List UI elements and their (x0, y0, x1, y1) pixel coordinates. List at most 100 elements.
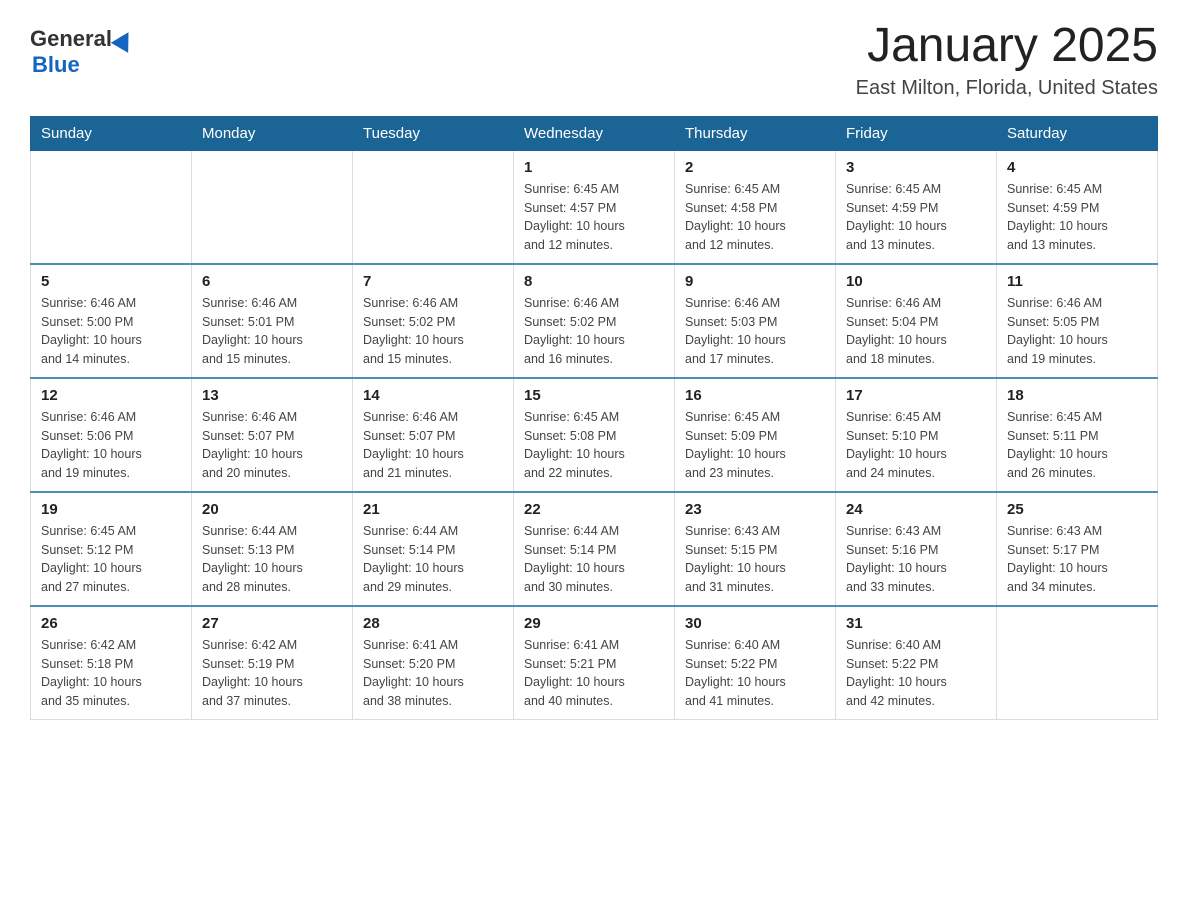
calendar-cell (192, 150, 353, 264)
day-number: 28 (363, 615, 503, 632)
calendar-week-row: 12 Sunrise: 6:46 AM Sunset: 5:06 PM Dayli… (31, 378, 1158, 492)
calendar-cell: 13 Sunrise: 6:46 AM Sunset: 5:07 PM Dayli… (192, 378, 353, 492)
day-info: Sunrise: 6:40 AM Sunset: 5:22 PM Dayligh… (846, 636, 986, 711)
logo-text-blue: Blue (32, 52, 80, 77)
day-number: 22 (524, 501, 664, 518)
day-info: Sunrise: 6:43 AM Sunset: 5:16 PM Dayligh… (846, 522, 986, 597)
day-number: 31 (846, 615, 986, 632)
day-info: Sunrise: 6:40 AM Sunset: 5:22 PM Dayligh… (685, 636, 825, 711)
day-info: Sunrise: 6:46 AM Sunset: 5:04 PM Dayligh… (846, 294, 986, 369)
day-info: Sunrise: 6:42 AM Sunset: 5:18 PM Dayligh… (41, 636, 181, 711)
day-number: 25 (1007, 501, 1147, 518)
day-info: Sunrise: 6:46 AM Sunset: 5:07 PM Dayligh… (202, 408, 342, 483)
calendar-cell: 17Sunrise: 6:45 AM Sunset: 5:10 PM Dayli… (836, 378, 997, 492)
day-info: Sunrise: 6:43 AM Sunset: 5:15 PM Dayligh… (685, 522, 825, 597)
calendar-cell: 15 Sunrise: 6:45 AM Sunset: 5:08 PM Dayli… (514, 378, 675, 492)
day-number: 30 (685, 615, 825, 632)
logo-text-general: General (30, 26, 112, 51)
calendar-cell: 23 Sunrise: 6:43 AM Sunset: 5:15 PM Dayli… (675, 492, 836, 606)
calendar-dow-thursday: Thursday (675, 116, 836, 150)
calendar-header-row: SundayMondayTuesdayWednesdayThursdayFrid… (31, 116, 1158, 150)
day-number: 14 (363, 387, 503, 404)
day-info: Sunrise: 6:45 AM Sunset: 4:58 PM Dayligh… (685, 180, 825, 255)
day-number: 10 (846, 273, 986, 290)
calendar-cell: 2 Sunrise: 6:45 AM Sunset: 4:58 PM Daylig… (675, 150, 836, 264)
day-info: Sunrise: 6:46 AM Sunset: 5:05 PM Dayligh… (1007, 294, 1147, 369)
day-number: 23 (685, 501, 825, 518)
day-info: Sunrise: 6:42 AM Sunset: 5:19 PM Dayligh… (202, 636, 342, 711)
location-subtitle: East Milton, Florida, United States (856, 77, 1158, 100)
day-info: Sunrise: 6:45 AM Sunset: 4:59 PM Dayligh… (1007, 180, 1147, 255)
calendar-cell: 6 Sunrise: 6:46 AM Sunset: 5:01 PM Daylig… (192, 264, 353, 378)
calendar-cell: 12 Sunrise: 6:46 AM Sunset: 5:06 PM Dayli… (31, 378, 192, 492)
day-info: Sunrise: 6:45 AM Sunset: 5:09 PM Dayligh… (685, 408, 825, 483)
calendar-cell: 31 Sunrise: 6:40 AM Sunset: 5:22 PM Dayli… (836, 606, 997, 720)
calendar-cell: 7 Sunrise: 6:46 AM Sunset: 5:02 PM Daylig… (353, 264, 514, 378)
day-info: Sunrise: 6:45 AM Sunset: 5:12 PM Dayligh… (41, 522, 181, 597)
day-info: Sunrise: 6:41 AM Sunset: 5:21 PM Dayligh… (524, 636, 664, 711)
day-number: 20 (202, 501, 342, 518)
day-number: 1 (524, 159, 664, 176)
calendar-dow-tuesday: Tuesday (353, 116, 514, 150)
day-info: Sunrise: 6:46 AM Sunset: 5:02 PM Dayligh… (363, 294, 503, 369)
day-number: 8 (524, 273, 664, 290)
day-info: Sunrise: 6:46 AM Sunset: 5:06 PM Dayligh… (41, 408, 181, 483)
calendar-cell: 28 Sunrise: 6:41 AM Sunset: 5:20 PM Dayli… (353, 606, 514, 720)
day-number: 11 (1007, 273, 1147, 290)
day-number: 2 (685, 159, 825, 176)
calendar-week-row: 19 Sunrise: 6:45 AM Sunset: 5:12 PM Dayli… (31, 492, 1158, 606)
calendar-cell: 9Sunrise: 6:46 AM Sunset: 5:03 PM Daylig… (675, 264, 836, 378)
calendar-cell: 21 Sunrise: 6:44 AM Sunset: 5:14 PM Dayli… (353, 492, 514, 606)
calendar-cell: 5Sunrise: 6:46 AM Sunset: 5:00 PM Daylig… (31, 264, 192, 378)
day-info: Sunrise: 6:44 AM Sunset: 5:14 PM Dayligh… (524, 522, 664, 597)
day-info: Sunrise: 6:44 AM Sunset: 5:14 PM Dayligh… (363, 522, 503, 597)
calendar-cell: 8Sunrise: 6:46 AM Sunset: 5:02 PM Daylig… (514, 264, 675, 378)
day-number: 18 (1007, 387, 1147, 404)
day-number: 27 (202, 615, 342, 632)
day-number: 3 (846, 159, 986, 176)
calendar-dow-friday: Friday (836, 116, 997, 150)
title-block: January 2025 East Milton, Florida, Unite… (856, 20, 1158, 100)
calendar-dow-sunday: Sunday (31, 116, 192, 150)
day-number: 13 (202, 387, 342, 404)
calendar-cell: 25 Sunrise: 6:43 AM Sunset: 5:17 PM Dayli… (997, 492, 1158, 606)
day-info: Sunrise: 6:45 AM Sunset: 4:59 PM Dayligh… (846, 180, 986, 255)
day-info: Sunrise: 6:43 AM Sunset: 5:17 PM Dayligh… (1007, 522, 1147, 597)
calendar-cell: 10 Sunrise: 6:46 AM Sunset: 5:04 PM Dayli… (836, 264, 997, 378)
logo-general-text: General Blue (30, 26, 130, 78)
calendar-cell: 11 Sunrise: 6:46 AM Sunset: 5:05 PM Dayli… (997, 264, 1158, 378)
day-number: 21 (363, 501, 503, 518)
day-number: 7 (363, 273, 503, 290)
day-info: Sunrise: 6:46 AM Sunset: 5:01 PM Dayligh… (202, 294, 342, 369)
calendar-dow-saturday: Saturday (997, 116, 1158, 150)
calendar-cell: 14 Sunrise: 6:46 AM Sunset: 5:07 PM Dayli… (353, 378, 514, 492)
day-number: 16 (685, 387, 825, 404)
calendar-week-row: 1 Sunrise: 6:45 AM Sunset: 4:57 PM Daylig… (31, 150, 1158, 264)
calendar-cell: 18Sunrise: 6:45 AM Sunset: 5:11 PM Dayli… (997, 378, 1158, 492)
day-number: 4 (1007, 159, 1147, 176)
day-number: 5 (41, 273, 181, 290)
day-info: Sunrise: 6:44 AM Sunset: 5:13 PM Dayligh… (202, 522, 342, 597)
day-info: Sunrise: 6:41 AM Sunset: 5:20 PM Dayligh… (363, 636, 503, 711)
day-info: Sunrise: 6:45 AM Sunset: 5:08 PM Dayligh… (524, 408, 664, 483)
calendar-title: January 2025 (856, 20, 1158, 73)
day-info: Sunrise: 6:45 AM Sunset: 5:10 PM Dayligh… (846, 408, 986, 483)
day-number: 6 (202, 273, 342, 290)
day-number: 12 (41, 387, 181, 404)
calendar-cell: 27 Sunrise: 6:42 AM Sunset: 5:19 PM Dayli… (192, 606, 353, 720)
calendar-table: SundayMondayTuesdayWednesdayThursdayFrid… (30, 116, 1158, 720)
calendar-cell: 16 Sunrise: 6:45 AM Sunset: 5:09 PM Dayli… (675, 378, 836, 492)
calendar-cell: 19 Sunrise: 6:45 AM Sunset: 5:12 PM Dayli… (31, 492, 192, 606)
calendar-cell (353, 150, 514, 264)
day-info: Sunrise: 6:45 AM Sunset: 4:57 PM Dayligh… (524, 180, 664, 255)
page-header: General Blue January 2025 East Milton, F… (30, 20, 1158, 100)
calendar-cell (31, 150, 192, 264)
day-info: Sunrise: 6:46 AM Sunset: 5:03 PM Dayligh… (685, 294, 825, 369)
calendar-week-row: 26Sunrise: 6:42 AM Sunset: 5:18 PM Dayli… (31, 606, 1158, 720)
day-number: 19 (41, 501, 181, 518)
calendar-cell: 4 Sunrise: 6:45 AM Sunset: 4:59 PM Daylig… (997, 150, 1158, 264)
calendar-week-row: 5Sunrise: 6:46 AM Sunset: 5:00 PM Daylig… (31, 264, 1158, 378)
day-number: 15 (524, 387, 664, 404)
day-info: Sunrise: 6:46 AM Sunset: 5:07 PM Dayligh… (363, 408, 503, 483)
calendar-cell: 26Sunrise: 6:42 AM Sunset: 5:18 PM Dayli… (31, 606, 192, 720)
